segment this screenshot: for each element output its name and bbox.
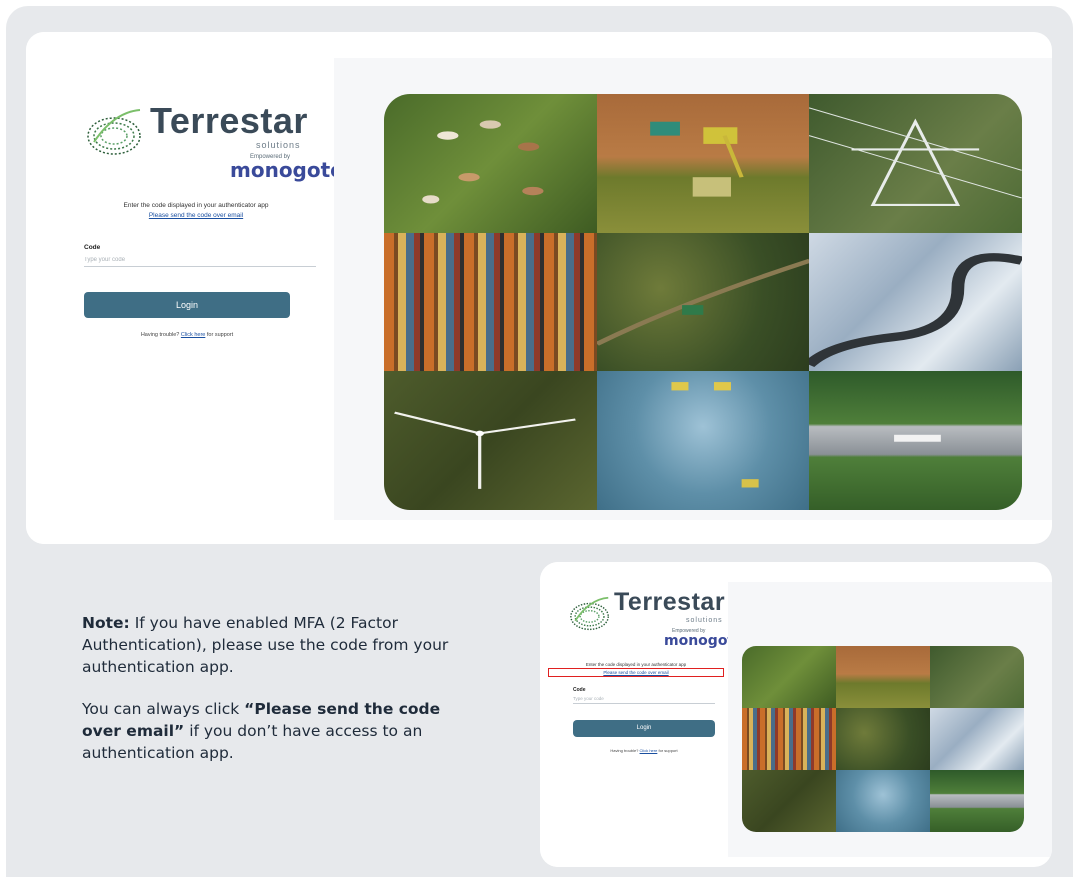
mosaic-tile-containers [742,708,836,770]
support-link[interactable]: Click here [181,332,205,338]
mosaic-tile-pylon [930,646,1024,708]
globe-icon [87,109,141,155]
mosaic-tile-cows [742,646,836,708]
code-label: Code [84,244,101,251]
globe-icon [570,596,609,631]
instruction-label: Enter the code displayed in your authent… [123,202,269,209]
login-panel: Terrestar solutions Empowered by monogot… [26,32,344,544]
login-button[interactable]: Login [573,720,715,737]
help-text: Having trouble? Click here for support [84,332,290,338]
hero-image-panel-small [728,582,1052,857]
brand-name: Terrestar [614,588,726,616]
support-link[interactable]: Click here [640,748,658,753]
mfa-note: Note: If you have enabled MFA (2 Factor … [82,612,462,784]
aerial-photo-mosaic [742,646,1024,832]
aerial-photo-mosaic [384,94,1022,510]
brand-subtitle: solutions [686,617,723,624]
mosaic-tile-wind-turbine [742,770,836,832]
login-screenshot-small: Terrestar solutions Empowered by monogot… [540,562,1052,867]
mosaic-tile-harvester [836,646,930,708]
login-button[interactable]: Login [84,292,290,318]
mosaic-tile-highway [930,770,1024,832]
mosaic-tile-winding-road [809,232,1022,372]
help-suffix: for support [206,332,234,338]
hero-image-panel [334,58,1052,520]
instruction-text: Enter the code displayed in your authent… [66,202,326,219]
mosaic-tile-forest-tractor [596,232,810,372]
mosaic-tile-pylon [809,94,1022,233]
note-text-2-prefix: You can always click [82,700,240,718]
terrestar-logo: Terrestar solutions Empowered by monogot… [84,94,344,186]
instruction-text: Enter the code displayed in your authent… [548,662,724,677]
brand-name: Terrestar [150,100,308,141]
code-input[interactable] [573,694,715,704]
brand-subtitle: solutions [256,140,301,150]
mosaic-tile-quarry [596,371,810,510]
mosaic-tile-wind-turbine [384,371,597,510]
login-screenshot-large: Terrestar solutions Empowered by monogot… [26,32,1052,544]
mosaic-tile-harvester [596,94,810,233]
note-lead: Note: [82,614,130,632]
send-code-email-link[interactable]: Please send the code over email [66,212,326,219]
partner-logo: monogoto [230,158,344,182]
help-prefix: Having trouble? [610,748,639,753]
login-panel-small: Terrestar solutions Empowered by monogot… [540,562,744,867]
mosaic-tile-quarry [836,770,930,832]
terrestar-logo-small: Terrestar solutions Empowered by monogot… [568,584,744,650]
send-code-email-link-highlighted[interactable]: Please send the code over email [548,668,724,677]
mosaic-tile-containers [384,232,597,372]
instruction-label: Enter the code displayed in your authent… [585,662,687,667]
mosaic-tile-highway [809,371,1022,510]
code-label: Code [573,687,586,693]
mosaic-tile-forest-tractor [836,708,930,770]
help-prefix: Having trouble? [140,332,180,338]
help-text: Having trouble? Click here for support [573,748,715,753]
note-text-1: If you have enabled MFA (2 Factor Authen… [82,614,449,676]
mosaic-tile-winding-road [930,708,1024,770]
help-suffix: for support [658,748,678,753]
code-input[interactable] [84,254,316,267]
mosaic-tile-cows [384,94,597,233]
